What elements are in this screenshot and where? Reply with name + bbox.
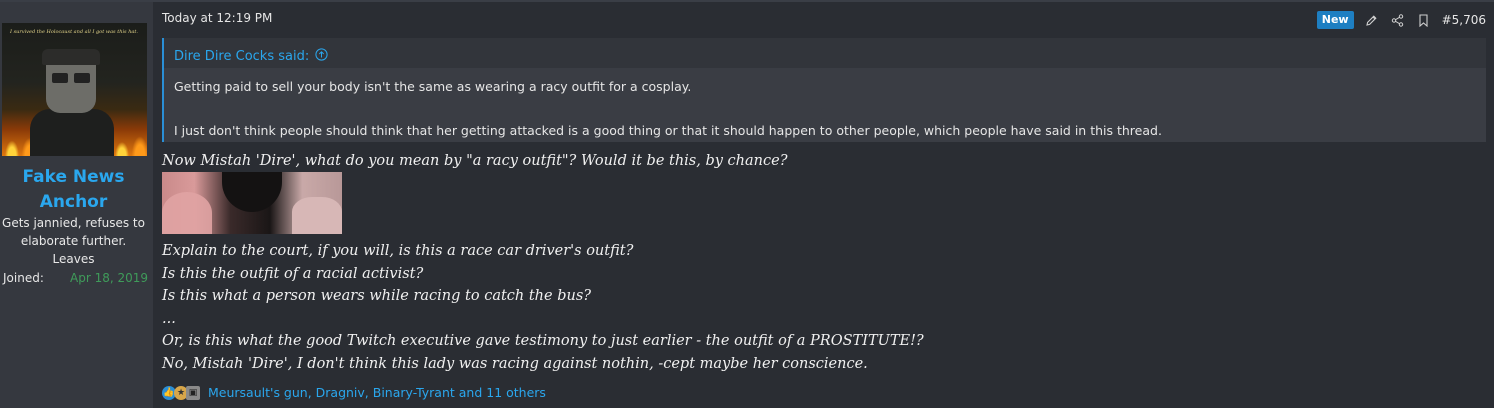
new-badge: New xyxy=(1316,11,1354,29)
message-line: Is this the outfit of a racial activist? xyxy=(162,265,424,282)
bookmark-icon[interactable] xyxy=(1416,12,1432,28)
avatar-glasses-left xyxy=(52,73,68,83)
username-line1: Fake News xyxy=(22,167,125,187)
user-title-line2: elaborate further. xyxy=(20,234,127,248)
joined-date: Apr 18, 2019 xyxy=(70,271,149,285)
message-line: No, Mistah 'Dire', I don't think this la… xyxy=(162,355,868,372)
reaction-icon: ▣ xyxy=(186,385,200,400)
quote-line: Getting paid to sell your body isn't the… xyxy=(174,79,692,94)
username-line2: Anchor xyxy=(39,192,108,212)
quote-author[interactable]: Dire Dire Cocks said: xyxy=(174,49,309,64)
post-timestamp[interactable]: Today at 12:19 PM xyxy=(162,11,272,25)
quote-header[interactable]: Dire Dire Cocks said: xyxy=(164,38,1486,68)
username-link[interactable]: Fake News Anchor xyxy=(0,165,147,215)
avatar-body xyxy=(30,109,114,156)
joined-label: Joined: xyxy=(3,271,44,285)
avatar-glasses-right xyxy=(74,73,90,83)
user-title-line3: Leaves xyxy=(52,252,95,266)
user-title: Gets jannied, refuses to elaborate furth… xyxy=(0,214,147,268)
message-intro: Now Mistah 'Dire', what do you mean by "… xyxy=(162,153,788,169)
post-number[interactable]: #5,706 xyxy=(1442,13,1486,27)
reaction-users-link[interactable]: Meursault's gun, Dragniv, Binary-Tyrant … xyxy=(208,385,546,400)
edit-icon[interactable] xyxy=(1364,12,1380,28)
image-detail xyxy=(162,192,212,234)
share-icon[interactable] xyxy=(1390,12,1406,28)
reaction-icons[interactable]: 👍 ★ ▣ xyxy=(162,385,200,400)
message-main: Today at 12:19 PM New #5,706 Dire Dire C… xyxy=(153,2,1494,408)
message-line: Or, is this what the good Twitch executi… xyxy=(162,333,924,350)
reactions-bar: 👍 ★ ▣ Meursault's gun, Dragniv, Binary-T… xyxy=(162,385,546,400)
user-panel: I survived the Holocaust and all I got w… xyxy=(0,2,153,408)
message-line: ... xyxy=(162,310,176,327)
jump-to-quote-icon[interactable] xyxy=(315,47,328,65)
avatar-caption: I survived the Holocaust and all I got w… xyxy=(10,29,138,35)
image-detail xyxy=(292,197,342,234)
quote-block: Dire Dire Cocks said: Getting paid to se… xyxy=(162,38,1486,142)
quote-body: Getting paid to sell your body isn't the… xyxy=(164,68,1486,142)
message-line: Is this what a person wears while racing… xyxy=(162,288,592,305)
image-detail xyxy=(222,172,282,212)
post-actions: New #5,706 xyxy=(1316,10,1486,30)
user-avatar[interactable]: I survived the Holocaust and all I got w… xyxy=(2,23,147,156)
user-title-line1: Gets jannied, refuses to xyxy=(2,216,145,230)
avatar-hat xyxy=(42,49,100,65)
quote-line: I just don't think people should think t… xyxy=(174,123,1162,138)
message-line: Explain to the court, if you will, is th… xyxy=(162,243,634,259)
embedded-image[interactable] xyxy=(162,172,342,234)
message-body: Explain to the court, if you will, is th… xyxy=(162,240,1482,376)
